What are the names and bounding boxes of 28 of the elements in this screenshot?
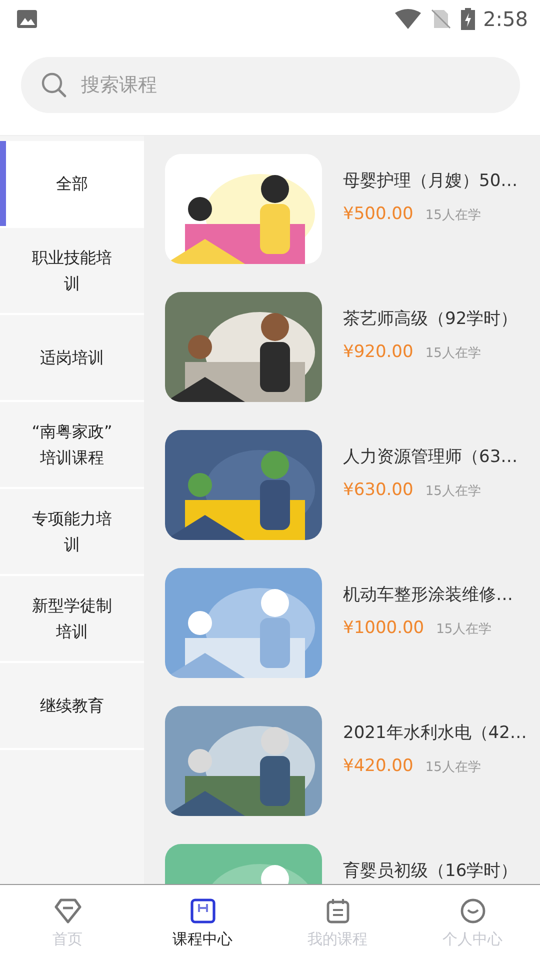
course-price: ¥630.00 bbox=[343, 480, 414, 500]
course-title[interactable]: 人力资源管理师（63… bbox=[343, 445, 518, 468]
course-title[interactable]: 育婴员初级（16学时） bbox=[343, 859, 518, 882]
book-icon bbox=[190, 898, 216, 924]
learner-count: 15人在学 bbox=[425, 483, 481, 500]
course-title[interactable]: 机动车整形涂装维修… bbox=[343, 583, 513, 606]
learner-count: 15人在学 bbox=[425, 759, 481, 776]
battery-charging-icon bbox=[461, 8, 476, 30]
learner-count: 15人在学 bbox=[436, 621, 492, 638]
search-field[interactable]: 搜索课程 bbox=[21, 57, 520, 113]
image-icon bbox=[16, 9, 38, 29]
course-price: ¥1000.00 bbox=[343, 618, 424, 638]
course-price: ¥920.00 bbox=[343, 342, 414, 362]
course-price: ¥420.00 bbox=[343, 756, 414, 776]
category-item[interactable]: 全部 bbox=[0, 141, 144, 228]
learner-count: 15人在学 bbox=[425, 345, 481, 362]
status-time: 2:58 bbox=[483, 7, 528, 31]
course-title[interactable]: 茶艺师高级（92学时） bbox=[343, 307, 518, 330]
nav-tab[interactable]: 课程中心 bbox=[135, 885, 270, 960]
course-title[interactable]: 2021年水利水电（42… bbox=[343, 721, 527, 744]
course-price: ¥500.00 bbox=[343, 204, 414, 224]
learner-count: 15人在学 bbox=[425, 207, 481, 224]
clipboard-icon bbox=[326, 898, 350, 924]
diamond-icon bbox=[54, 898, 82, 924]
wifi-icon bbox=[395, 9, 422, 29]
smiley-icon bbox=[460, 898, 486, 924]
course-title[interactable]: 母婴护理（月嫂）50… bbox=[343, 169, 518, 192]
no-sim-icon bbox=[431, 9, 452, 29]
